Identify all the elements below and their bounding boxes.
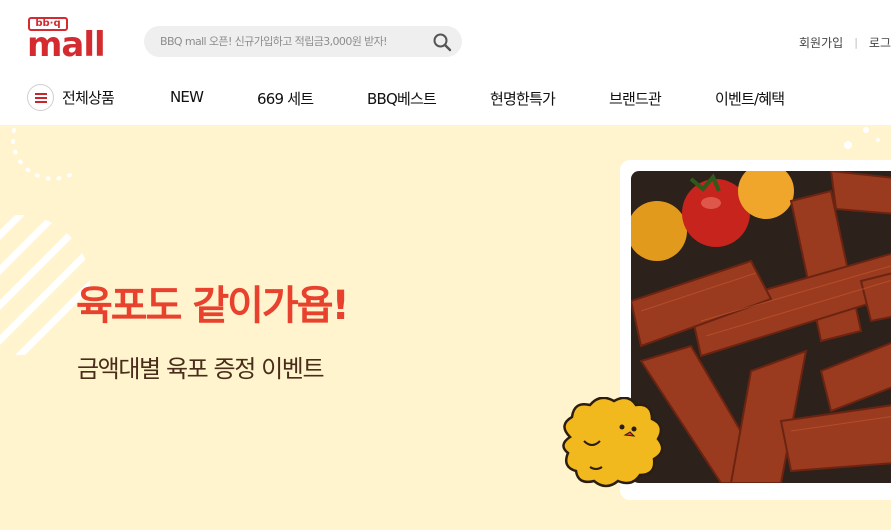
banner-subline: 금액대별 육포 증정 이벤트 bbox=[77, 355, 325, 383]
nav-item-669-set[interactable]: 669 세트 bbox=[257, 88, 314, 109]
login-link[interactable]: 로그 bbox=[869, 34, 891, 51]
site-header: mall bb·q 회원가입 | 로그 전체상품 NEW 669 세트 BBQ베… bbox=[0, 0, 891, 125]
search-input[interactable] bbox=[160, 26, 428, 57]
bbq-mall-logo[interactable]: mall bb·q bbox=[27, 17, 119, 65]
signup-link[interactable]: 회원가입 bbox=[799, 34, 843, 51]
nav-item-special-price[interactable]: 현명한특가 bbox=[490, 88, 556, 109]
nav-item-bbq-best[interactable]: BBQ베스트 bbox=[367, 88, 437, 109]
bbq-chick-mascot-icon bbox=[562, 397, 664, 488]
nav-item-new[interactable]: NEW bbox=[170, 88, 204, 106]
search-icon[interactable] bbox=[432, 32, 452, 52]
all-products-button[interactable]: 전체상품 bbox=[27, 84, 115, 111]
main-navigation: 전체상품 NEW 669 세트 BBQ베스트 현명한특가 브랜드관 이벤트/혜택 bbox=[0, 78, 891, 118]
nav-item-events[interactable]: 이벤트/혜택 bbox=[715, 88, 785, 109]
search-bar bbox=[144, 26, 462, 57]
banner-headline: 육포도 같이가욥! bbox=[76, 283, 350, 329]
logo-top-text: bb·q bbox=[28, 17, 68, 31]
all-products-label: 전체상품 bbox=[62, 89, 115, 107]
logo-main-text: mall bbox=[27, 25, 106, 65]
utility-links: 회원가입 | 로그 bbox=[799, 33, 891, 51]
hamburger-menu-icon bbox=[27, 84, 54, 111]
util-separator: | bbox=[854, 35, 858, 49]
nav-item-brand[interactable]: 브랜드관 bbox=[609, 88, 662, 109]
